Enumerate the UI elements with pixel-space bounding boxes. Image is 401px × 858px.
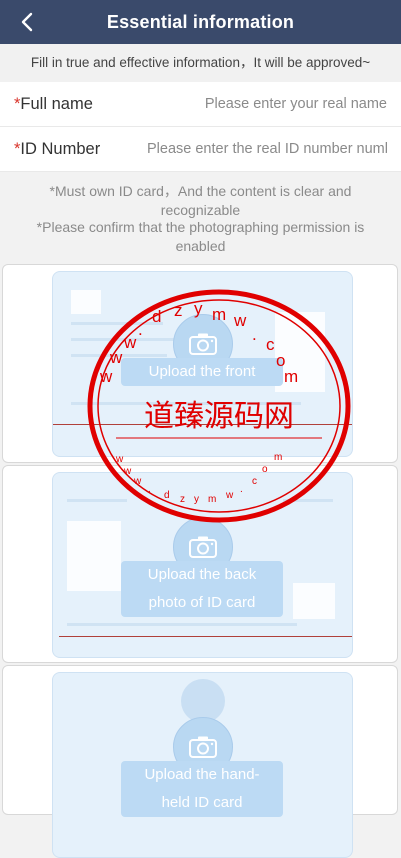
upload-front-card[interactable]: Upload the front bbox=[2, 264, 398, 463]
upload-handheld-label-line2: held ID card bbox=[161, 794, 243, 811]
id-number-row: *ID Number bbox=[0, 127, 401, 172]
full-name-label: *Full name bbox=[14, 95, 93, 113]
header-bar: Essential information bbox=[0, 0, 401, 44]
camera-icon bbox=[189, 736, 217, 758]
camera-icon bbox=[189, 536, 217, 558]
id-handheld-placeholder: Upload the hand- held ID card bbox=[52, 672, 353, 858]
upload-back-label-line2: photo of ID card bbox=[148, 594, 256, 611]
upload-handheld-label[interactable]: Upload the hand- held ID card bbox=[121, 761, 283, 817]
hints-section: *Must own ID card，And the content is cle… bbox=[0, 172, 401, 262]
upload-back-label-line1: Upload the back bbox=[147, 566, 257, 583]
camera-icon bbox=[189, 333, 217, 355]
id-back-placeholder: Upload the back photo of ID card bbox=[52, 472, 353, 658]
full-name-row: *Full name bbox=[0, 82, 401, 127]
full-name-input[interactable] bbox=[187, 90, 387, 118]
upload-back-card[interactable]: Upload the back photo of ID card bbox=[2, 465, 398, 663]
upload-front-label[interactable]: Upload the front bbox=[121, 358, 283, 386]
upload-handheld-card[interactable]: Upload the hand- held ID card bbox=[2, 665, 398, 858]
notice-banner: Fill in true and effective information，I… bbox=[0, 44, 401, 82]
id-front-placeholder: Upload the front bbox=[52, 271, 353, 457]
id-number-label: *ID Number bbox=[14, 140, 101, 158]
page-title: Essential information bbox=[106, 12, 295, 32]
hint-text: *Must own ID card，And the content is cle… bbox=[49, 183, 352, 218]
id-number-input[interactable] bbox=[147, 135, 387, 163]
upload-handheld-label-line1: Upload the hand- bbox=[144, 766, 260, 783]
upload-back-label[interactable]: Upload the back photo of ID card bbox=[121, 561, 283, 617]
hint-text: *Please confirm that the photographing p… bbox=[36, 219, 365, 254]
